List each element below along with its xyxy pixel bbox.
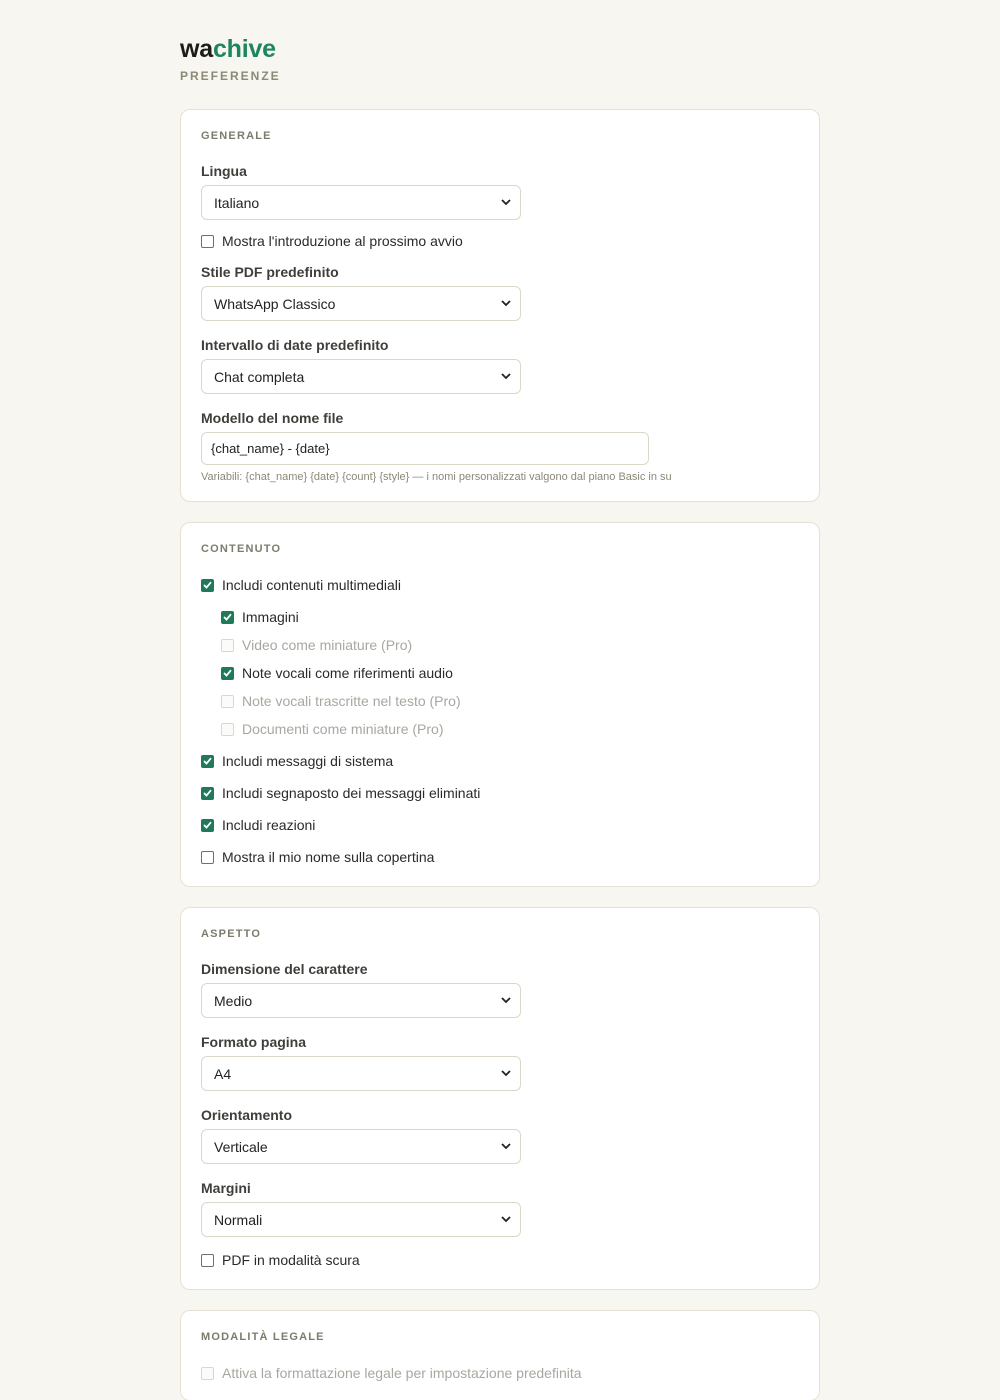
- intervallo-select[interactable]: Chat completa: [201, 359, 521, 394]
- section-title-aspetto: ASPETTO: [201, 928, 262, 940]
- orientamento-select[interactable]: Verticale: [201, 1129, 521, 1164]
- margini-select[interactable]: Normali: [201, 1202, 521, 1237]
- nome-copertina-checkbox-label: Mostra il mio nome sulla copertina: [222, 849, 435, 865]
- nome-copertina-checkbox-row[interactable]: Mostra il mio nome sulla copertina: [201, 848, 799, 866]
- legal-checkbox-row: Attiva la formattazione legale per impos…: [201, 1364, 799, 1382]
- filename-template-input[interactable]: {chat_name} - {date}: [201, 432, 649, 465]
- section-legale: MODALITÀ LEGALE Attiva la formattazione …: [180, 1310, 820, 1400]
- intro-checkbox-label: Mostra l'introduzione al prossimo avvio: [222, 233, 463, 249]
- formato-select[interactable]: A4: [201, 1056, 521, 1091]
- note-audio-checkbox-row[interactable]: Note vocali come riferimenti audio: [221, 664, 799, 682]
- carattere-select[interactable]: Medio: [201, 983, 521, 1018]
- stile-value: WhatsApp Classico: [214, 295, 336, 312]
- preferences-page: wachive PREFERENZE GENERALE Lingua Itali…: [180, 0, 820, 1400]
- reazioni-checkbox-row[interactable]: Includi reazioni: [201, 816, 799, 834]
- lingua-value: Italiano: [214, 194, 260, 211]
- carattere-label: Dimensione del carattere: [201, 961, 368, 977]
- chevron-down-icon: [500, 1068, 512, 1080]
- sistema-checkbox[interactable]: [201, 754, 214, 768]
- chevron-down-icon: [500, 197, 512, 209]
- chevron-down-icon: [500, 371, 512, 383]
- stile-label: Stile PDF predefinito: [201, 264, 339, 280]
- documenti-checkbox: [221, 722, 234, 736]
- sistema-checkbox-label: Includi messaggi di sistema: [222, 753, 394, 769]
- intervallo-label: Intervallo di date predefinito: [201, 337, 389, 353]
- note-testo-checkbox-row: Note vocali trascritte nel testo (Pro): [221, 692, 799, 710]
- note-testo-checkbox: [221, 694, 234, 708]
- section-aspetto: ASPETTO Dimensione del carattere Medio F…: [180, 907, 820, 1290]
- video-checkbox: [221, 638, 234, 652]
- section-generale: GENERALE Lingua Italiano Mostra l'introd…: [180, 109, 820, 502]
- eliminati-checkbox-label: Includi segnaposto dei messaggi eliminat…: [222, 785, 481, 801]
- media-checkbox-label: Includi contenuti multimediali: [222, 577, 401, 593]
- margini-value: Normali: [214, 1211, 263, 1228]
- eliminati-checkbox[interactable]: [201, 786, 214, 800]
- legal-checkbox-label: Attiva la formattazione legale per impos…: [222, 1365, 582, 1381]
- section-title-generale: GENERALE: [201, 130, 272, 142]
- video-checkbox-label: Video come miniature (Pro): [242, 637, 413, 653]
- dark-pdf-checkbox-label: PDF in modalità scura: [222, 1252, 360, 1268]
- sistema-checkbox-row[interactable]: Includi messaggi di sistema: [201, 752, 799, 770]
- intro-checkbox[interactable]: [201, 234, 214, 248]
- documenti-checkbox-label: Documenti come miniature (Pro): [242, 721, 444, 737]
- immagini-checkbox-label: Immagini: [242, 609, 299, 625]
- orientamento-value: Verticale: [214, 1138, 268, 1155]
- intervallo-value: Chat completa: [214, 368, 305, 385]
- reazioni-checkbox[interactable]: [201, 818, 214, 832]
- legal-checkbox: [201, 1366, 214, 1380]
- immagini-checkbox[interactable]: [221, 610, 234, 624]
- eliminati-checkbox-row[interactable]: Includi segnaposto dei messaggi eliminat…: [201, 784, 799, 802]
- formato-label: Formato pagina: [201, 1034, 307, 1050]
- orientamento-label: Orientamento: [201, 1107, 293, 1123]
- formato-value: A4: [214, 1065, 232, 1082]
- chevron-down-icon: [500, 298, 512, 310]
- stile-select[interactable]: WhatsApp Classico: [201, 286, 521, 321]
- dark-pdf-checkbox[interactable]: [201, 1253, 214, 1267]
- intro-checkbox-row[interactable]: Mostra l'introduzione al prossimo avvio: [201, 232, 799, 250]
- nome-copertina-checkbox[interactable]: [201, 850, 214, 864]
- media-checkbox[interactable]: [201, 578, 214, 592]
- filename-template-hint: Variabili: {chat_name} {date} {count} {s…: [201, 471, 672, 483]
- note-testo-checkbox-label: Note vocali trascritte nel testo (Pro): [242, 693, 461, 709]
- filename-template-value: {chat_name} - {date}: [211, 441, 330, 456]
- reazioni-checkbox-label: Includi reazioni: [222, 817, 316, 833]
- app-logo: wachive: [180, 35, 276, 63]
- modello-label: Modello del nome file: [201, 410, 344, 426]
- video-checkbox-row: Video come miniature (Pro): [221, 636, 799, 654]
- chevron-down-icon: [500, 995, 512, 1007]
- media-checkbox-row[interactable]: Includi contenuti multimediali: [201, 576, 799, 594]
- lingua-select[interactable]: Italiano: [201, 185, 521, 220]
- chevron-down-icon: [500, 1214, 512, 1226]
- section-title-legale: MODALITÀ LEGALE: [201, 1331, 325, 1343]
- page-title: PREFERENZE: [180, 69, 281, 83]
- documenti-checkbox-row: Documenti come miniature (Pro): [221, 720, 799, 738]
- lingua-label: Lingua: [201, 163, 247, 179]
- section-contenuto: CONTENUTO Includi contenuti multimediali…: [180, 522, 820, 887]
- immagini-checkbox-row[interactable]: Immagini: [221, 608, 799, 626]
- carattere-value: Medio: [214, 992, 253, 1009]
- dark-pdf-checkbox-row[interactable]: PDF in modalità scura: [201, 1251, 799, 1269]
- note-audio-checkbox-label: Note vocali come riferimenti audio: [242, 665, 453, 681]
- chevron-down-icon: [500, 1141, 512, 1153]
- margini-label: Margini: [201, 1180, 251, 1196]
- section-title-contenuto: CONTENUTO: [201, 543, 282, 555]
- note-audio-checkbox[interactable]: [221, 666, 234, 680]
